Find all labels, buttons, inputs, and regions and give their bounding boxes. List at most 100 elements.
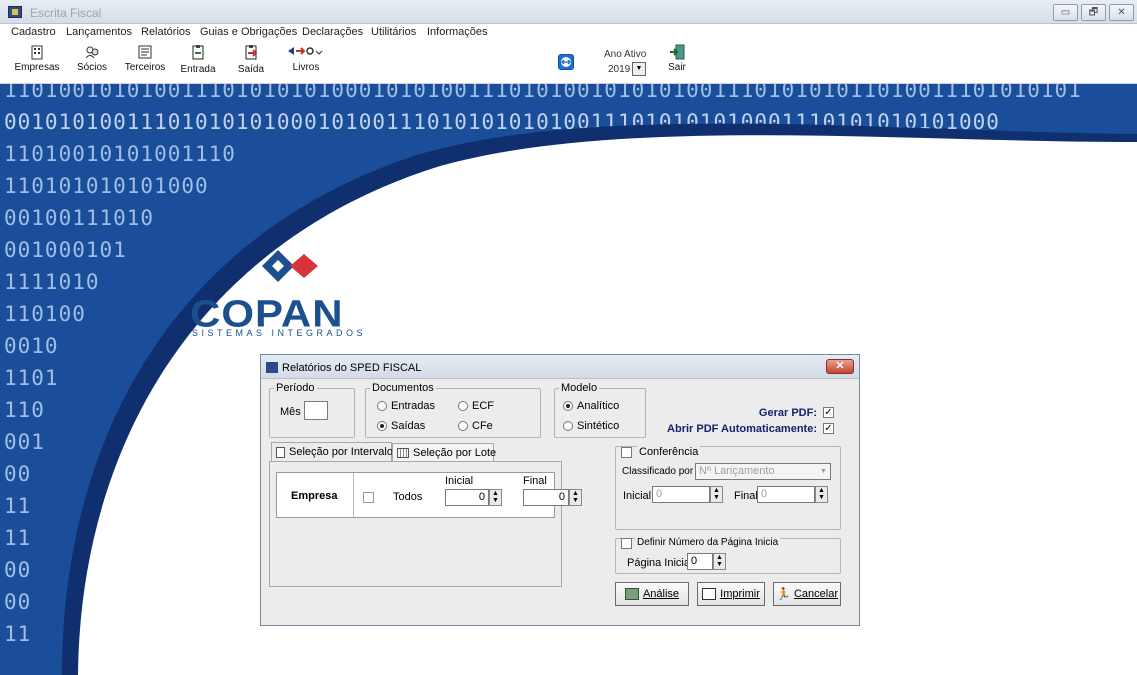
empresa-inicial-spinner[interactable]: ▲ ▼ [489,489,502,506]
imprimir-button[interactable]: Imprimir [697,582,765,606]
sped-fiscal-dialog: Relatórios do SPED FISCAL ✕ Período Mês … [260,354,860,626]
dialog-close-button[interactable]: ✕ [826,359,854,374]
empresa-final-spinner[interactable]: ▲ ▼ [569,489,582,506]
menu-cadastro[interactable]: Cadastro [11,26,56,38]
conferencia-checkbox[interactable] [621,447,632,458]
abrir-pdf-checkbox[interactable]: ✓ [823,423,834,434]
copan-logo: COPAN SISTEMAS INTEGRADOS [188,246,408,338]
menu-relatorios[interactable]: Relatórios [141,26,191,38]
close-window-button[interactable]: ✕ [1109,4,1134,21]
toolbar-entrada-button[interactable]: Entrada [178,42,218,82]
pagina-inicial-input[interactable]: 0 [687,553,713,570]
radio-cfe[interactable] [458,421,468,431]
empresa-grid: Empresa Todos Inicial 0 ▲ ▼ Final 0 ▲ ▼ [276,472,582,518]
definir-pagina-label: Definir Número da Página Inicia [635,537,781,548]
mes-input[interactable] [304,401,328,420]
conferencia-label: Conferência [637,446,701,458]
radio-entradas[interactable] [377,401,387,411]
radio-sintetico[interactable] [563,421,573,431]
todos-checkbox[interactable] [363,492,374,503]
toolbar-empresas-button[interactable]: Empresas [14,42,60,82]
mes-label: Mês [280,406,301,418]
gerar-pdf-checkbox[interactable]: ✓ [823,407,834,418]
chevron-down-icon[interactable]: ▼ [817,464,830,479]
periodo-legend: Período [276,382,315,394]
toolbar-terceiros-label: Terceiros [124,62,166,73]
conferencia-final-spinner[interactable]: ▲ ▼ [815,486,828,503]
radio-analitico[interactable] [563,401,573,411]
pagina-inicial-label: Página Inicial [627,557,693,569]
cancelar-button[interactable]: 🏃 Cancelar [773,582,841,606]
empresa-inicial-input[interactable]: 0 [445,489,489,506]
pagina-inicial-spinner[interactable]: ▲ ▼ [713,553,726,570]
dialog-title-bar: Relatórios do SPED FISCAL ✕ [261,355,859,379]
empresa-row-label: Empresa [291,490,338,502]
classificado-por-select[interactable]: Nº Lançamento [695,463,831,480]
app-icon [8,6,22,18]
toolbar-sair-label: Sair [668,62,686,73]
empresa-final-input[interactable]: 0 [523,489,569,506]
final-label: Final [523,475,547,487]
radio-saidas-label: Saídas [391,420,426,432]
radio-sintetico-label: Sintético [577,420,620,432]
books-icon [288,47,323,55]
menu-lancamentos[interactable]: Lançamentos [66,26,132,38]
toolbar-livros-button[interactable]: Livros [283,42,329,82]
conferencia-final-input[interactable]: 0 [757,486,815,503]
partners-icon [85,46,99,59]
radio-cfe-label: CFe [472,420,493,432]
menu-guias-obrigacoes[interactable]: Guias e Obrigações [200,26,297,38]
toolbar-entrada-label: Entrada [180,64,216,75]
menu-utilitarios[interactable]: Utilitários [371,26,416,38]
toolbar-socios-button[interactable]: Sócios [74,42,110,82]
menu-informacoes[interactable]: Informações [427,26,488,38]
toolbar-saida-label: Saída [237,64,265,75]
tab-selecao-intervalo[interactable]: Seleção por Intervalo [271,442,393,462]
analise-button[interactable]: Análise [615,582,689,606]
minimize-button[interactable]: ▭ [1053,4,1078,21]
clipboard-out-icon [245,45,258,60]
ano-ativo-value: 2019 [608,64,631,75]
dialog-title: Relatórios do SPED FISCAL [282,362,422,374]
restore-button[interactable]: 🗗 [1081,4,1106,21]
ano-ativo-dropdown[interactable]: ▼ [632,62,646,76]
clipboard-in-icon [192,45,204,60]
printer-icon [702,588,717,601]
remote-access-icon[interactable] [558,54,574,70]
abrir-pdf-label: Abrir PDF Automaticamente: [667,423,817,435]
title-bar: Escrita Fiscal ▭ 🗗 ✕ [0,0,1137,24]
ano-ativo-label: Ano Ativo [604,49,647,60]
radio-entradas-label: Entradas [391,400,436,412]
toolbar-sair-button[interactable]: Sair [662,42,692,82]
menu-bar: Cadastro Lançamentos Relatórios Guias e … [0,24,1137,42]
building-icon [31,45,43,60]
radio-ecf[interactable] [458,401,468,411]
conferencia-inicial-spinner[interactable]: ▲ ▼ [710,486,723,503]
toolbar-empresas-label: Empresas [14,62,60,73]
logo-diamond-icon [262,250,318,282]
contacts-icon [138,45,152,59]
tab-panel-intervalo: Empresa Todos Inicial 0 ▲ ▼ Final 0 ▲ ▼ [269,461,582,587]
menu-declaracoes[interactable]: Declarações [302,26,363,38]
tab-selecao-intervalo-label: Seleção por Intervalo [289,446,393,458]
gerar-pdf-label: Gerar PDF: [758,407,817,419]
toolbar-saida-button[interactable]: Saída [234,42,268,82]
app-title: Escrita Fiscal [30,6,102,20]
toolbar-livros-label: Livros [292,62,320,73]
grid-icon [397,448,409,459]
toolbar-terceiros-button[interactable]: Terceiros [122,42,168,82]
document-icon [276,446,285,458]
analise-label: Análise [642,588,680,600]
toolbar-socios-label: Sócios [76,62,107,73]
grid-divider [353,473,354,517]
logo-subtitle: SISTEMAS INTEGRADOS [192,328,367,338]
tab-selecao-lote-label: Seleção por Lote [413,447,497,459]
toolbar: Empresas Sócios Terceiros Entrada Saída … [0,42,1137,84]
radio-saidas[interactable] [377,421,387,431]
analysis-icon [624,588,639,601]
conferencia-inicial-input[interactable]: 0 [652,486,710,503]
tab-selecao-lote[interactable]: Seleção por Lote [392,443,497,463]
conferencia-inicial-label: Inicial [623,490,652,502]
inicial-label: Inicial [445,475,474,487]
definir-pagina-checkbox[interactable] [621,538,632,549]
